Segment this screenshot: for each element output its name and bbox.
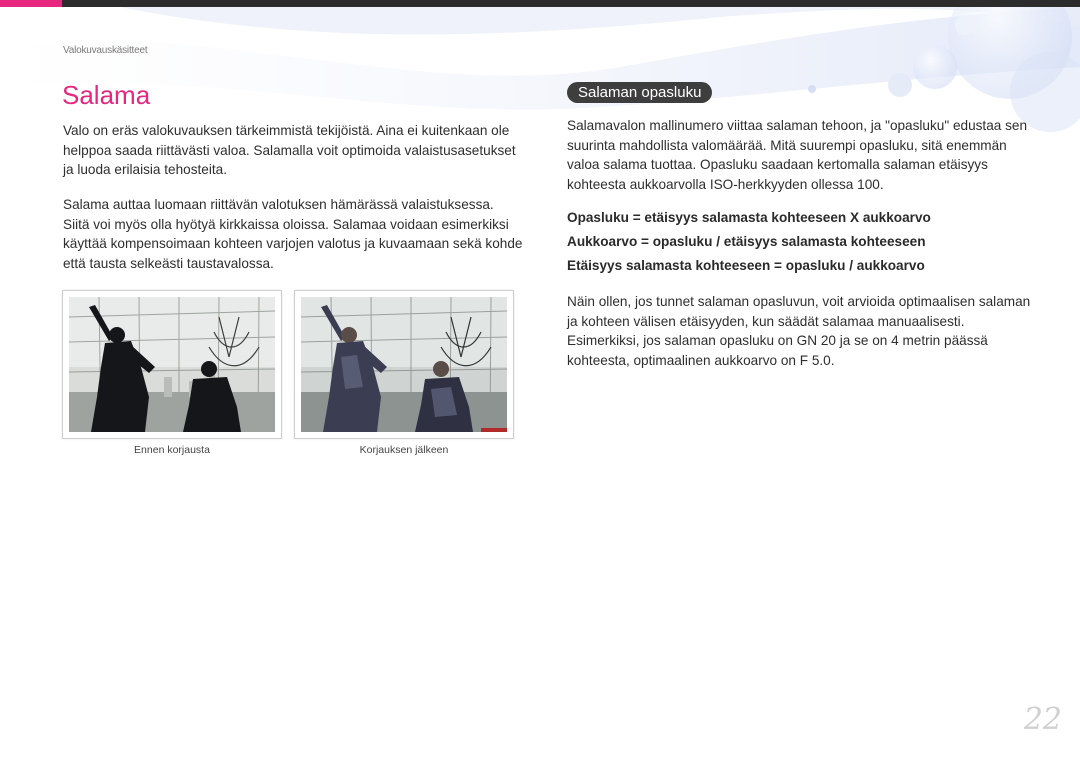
photo-after-caption: Korjauksen jälkeen xyxy=(359,444,449,456)
photo-statues-flash-icon xyxy=(301,297,507,432)
top-bar xyxy=(0,0,1080,7)
photo-after-frame xyxy=(294,290,514,439)
formula-guide-number: Opasluku = etäisyys salamasta kohteeseen… xyxy=(567,210,931,225)
intro-paragraph: Valo on eräs valokuvauksen tärkeimmistä … xyxy=(63,123,516,178)
formula-aperture: Aukkoarvo = opasluku / etäisyys salamast… xyxy=(567,234,926,249)
flash-usage-paragraph: Salama auttaa luomaan riittävän valotuks… xyxy=(63,197,523,271)
guide-number-paragraph: Salamavalon mallinumero viittaa salaman … xyxy=(567,118,1028,192)
photo-before-frame xyxy=(62,290,282,439)
photo-before-caption: Ennen korjausta xyxy=(134,444,210,456)
section-title-guide-number: Salaman opasluku xyxy=(567,82,713,103)
example-paragraph: Näin ollen, jos tunnet salaman opasluvun… xyxy=(567,294,1031,368)
page-title: Salama xyxy=(62,80,151,110)
breadcrumb: Valokuvauskäsitteet xyxy=(63,45,148,56)
page-number: 22 xyxy=(1023,702,1062,737)
top-bar-accent xyxy=(0,0,62,7)
photo-statues-backlit-icon xyxy=(69,297,275,432)
formula-distance: Etäisyys salamasta kohteeseen = opasluku… xyxy=(567,258,925,273)
